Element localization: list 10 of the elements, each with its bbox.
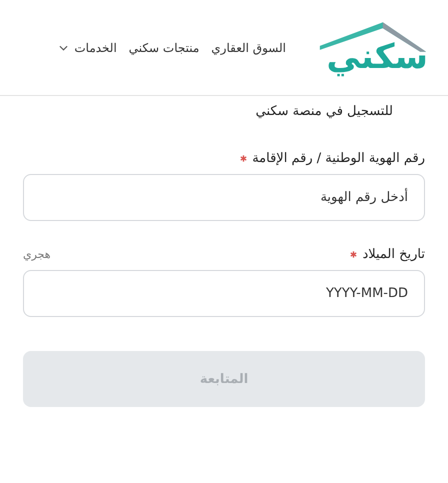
field-label: تاريخ الميلاد bbox=[362, 247, 425, 262]
nav-link[interactable]: السوق العقاري bbox=[211, 40, 286, 54]
input-field[interactable]: أدخل رقم الهوية bbox=[23, 174, 425, 221]
form-subtitle: للتسجيل في منصة سكني bbox=[254, 104, 393, 119]
calendar-toggle[interactable]: هجري bbox=[23, 248, 51, 261]
logo-text: سكني bbox=[326, 38, 428, 76]
input-field[interactable]: YYYY-MM-DD bbox=[23, 270, 425, 317]
field-label: رقم الهوية الوطنية / رقم الإقامة bbox=[252, 151, 425, 166]
nav-link[interactable]: الخدمات bbox=[59, 40, 117, 54]
nav-link[interactable]: منتجات سكني bbox=[128, 40, 200, 54]
